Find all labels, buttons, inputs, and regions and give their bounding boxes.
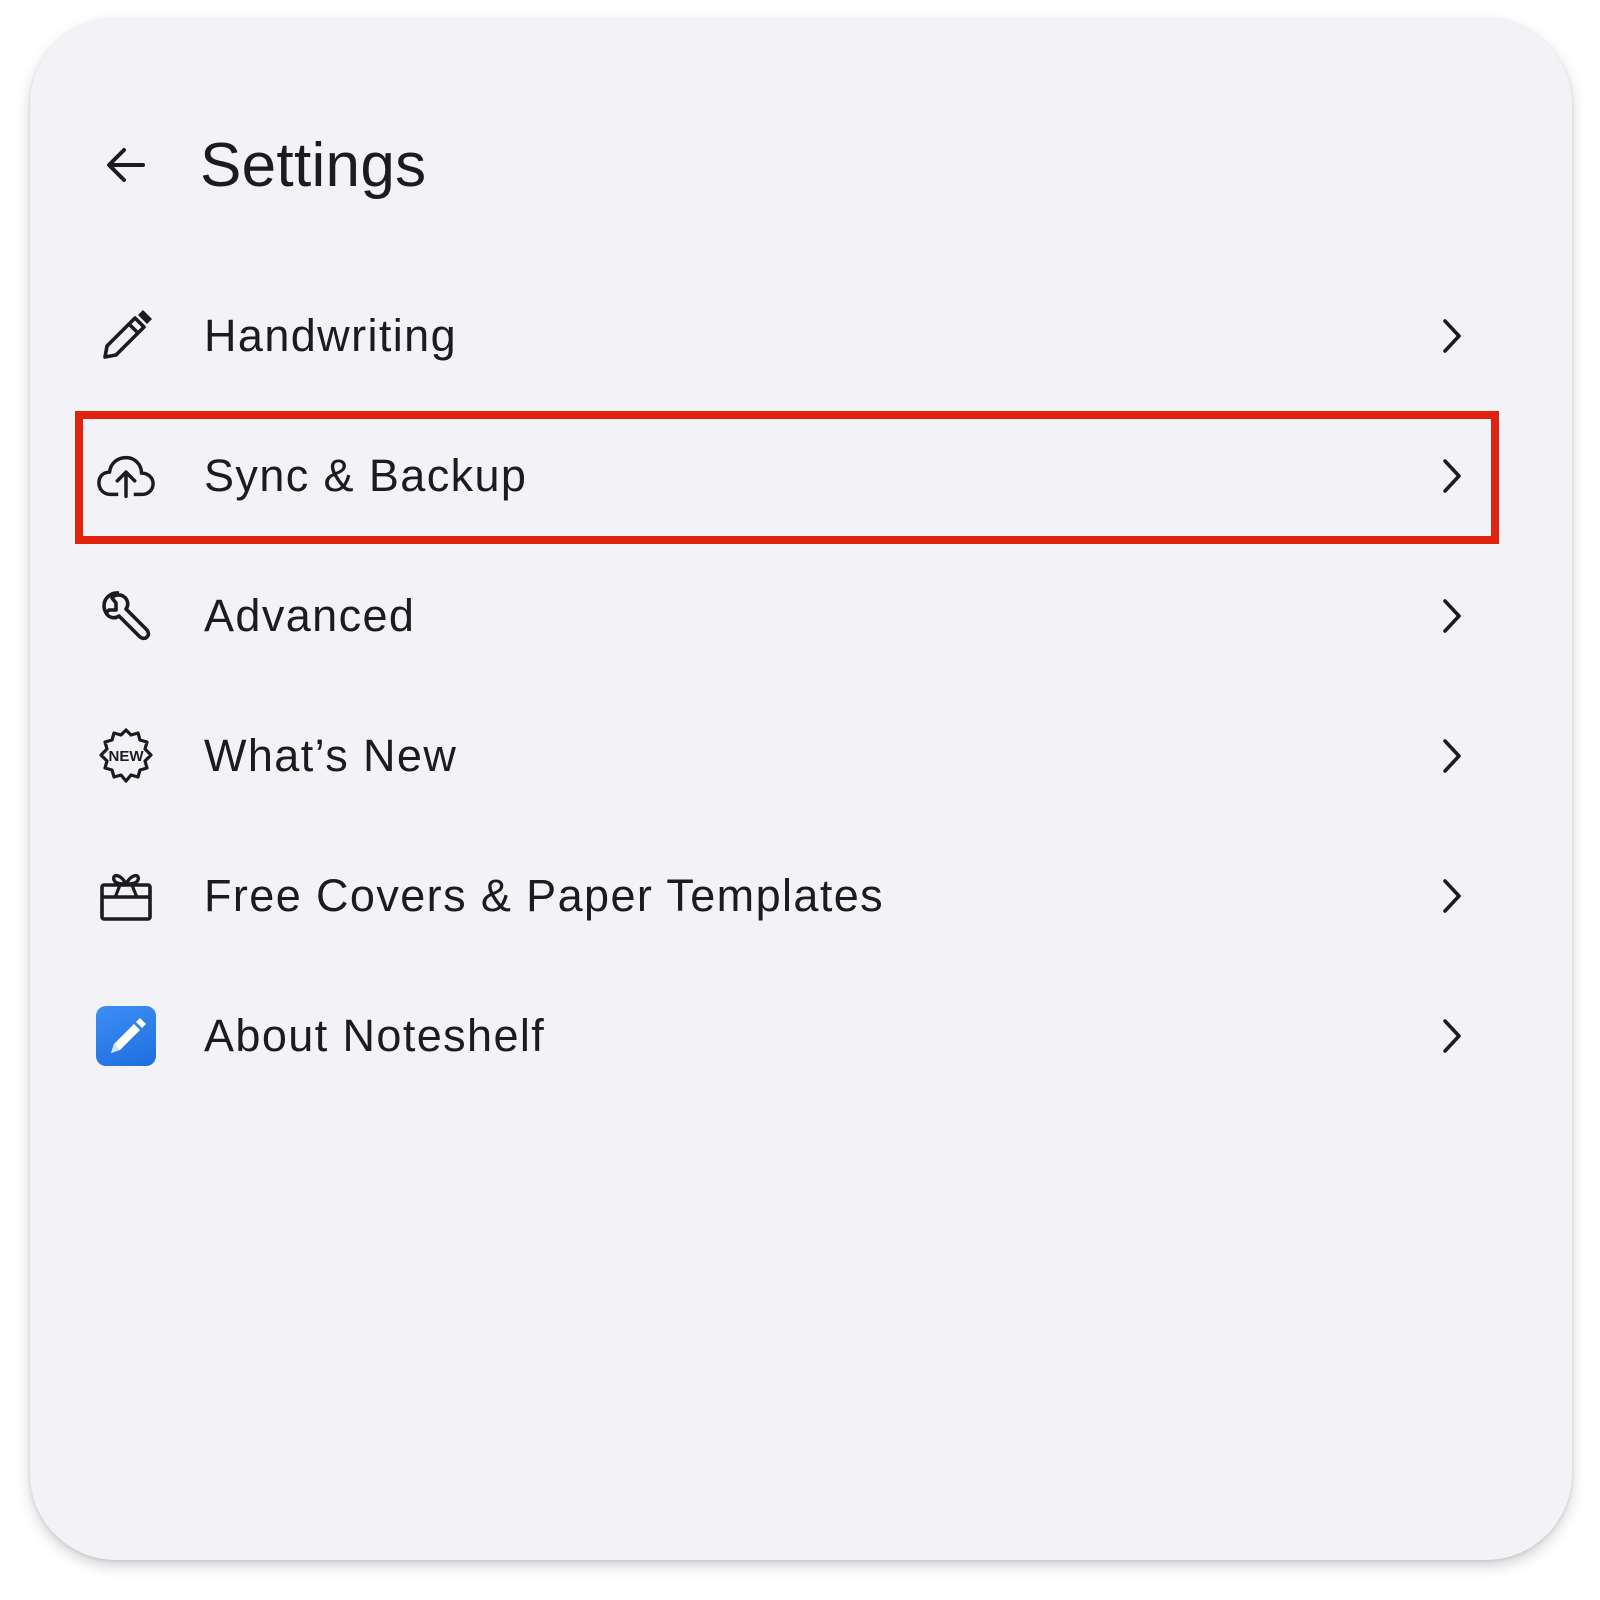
menu-item-label: What’s New	[204, 730, 458, 781]
menu-item-label: Advanced	[204, 590, 416, 641]
menu-item-about-noteshelf[interactable]: About Noteshelf	[80, 976, 1502, 1096]
chevron-right-icon	[1432, 736, 1472, 776]
new-badge-icon: NEW	[96, 726, 156, 786]
chevron-right-icon	[1432, 1016, 1472, 1056]
back-button[interactable]	[96, 135, 156, 195]
chevron-right-icon	[1432, 456, 1472, 496]
menu-item-label: Handwriting	[204, 310, 458, 361]
menu-item-label: About Noteshelf	[204, 1010, 546, 1061]
cloud-upload-icon	[96, 446, 156, 506]
chevron-right-icon	[1432, 316, 1472, 356]
gift-box-icon	[96, 866, 156, 926]
menu-item-handwriting[interactable]: Handwriting	[80, 276, 1502, 396]
wrench-icon	[96, 586, 156, 646]
menu-item-label: Sync & Backup	[204, 450, 528, 501]
menu-item-free-covers[interactable]: Free Covers & Paper Templates	[80, 836, 1502, 956]
pencil-icon	[96, 306, 156, 366]
menu-item-label: Free Covers & Paper Templates	[204, 870, 885, 921]
settings-panel: Settings Handwriting Sync & Backup Advan…	[30, 18, 1572, 1560]
page-title: Settings	[200, 131, 427, 200]
menu-item-advanced[interactable]: Advanced	[80, 556, 1502, 676]
chevron-right-icon	[1432, 596, 1472, 636]
noteshelf-app-icon	[96, 1006, 156, 1066]
noteshelf-logo	[96, 1006, 156, 1066]
header: Settings	[30, 18, 1572, 278]
menu-item-whats-new[interactable]: NEW What’s New	[80, 696, 1502, 816]
menu-item-sync-backup[interactable]: Sync & Backup	[80, 416, 1502, 536]
chevron-right-icon	[1432, 876, 1472, 916]
arrow-left-icon	[107, 148, 145, 182]
new-badge-text: NEW	[109, 748, 145, 765]
